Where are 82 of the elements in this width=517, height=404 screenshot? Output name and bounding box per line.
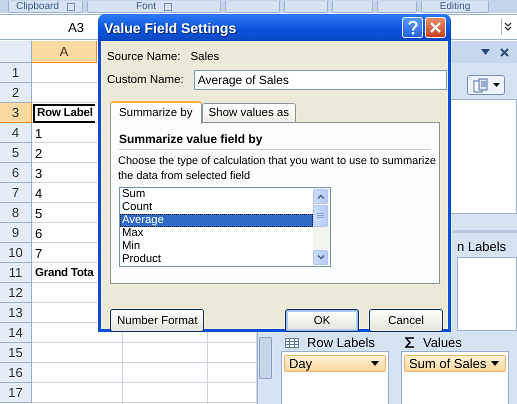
table-icon: [285, 338, 299, 348]
row-header[interactable]: 8: [0, 203, 32, 223]
tab[interactable]: Show values as: [202, 103, 296, 123]
name-box[interactable]: A3: [0, 15, 96, 39]
documents-icon: [472, 78, 488, 92]
caret-icon: [371, 361, 379, 366]
scrollbar-thumb[interactable]: [259, 337, 272, 379]
dialog-launcher-icon[interactable]: [66, 2, 75, 10]
field-dropdown[interactable]: Day: [284, 355, 386, 372]
source-name-value: Sales: [190, 51, 220, 63]
row-header[interactable]: 15: [0, 343, 32, 363]
scroll-down-button[interactable]: [313, 250, 328, 265]
ribbon-group-label: Editing: [440, 1, 470, 12]
description-text: Choose the type of calculation that you want to use to summarize the data from selected field: [118, 154, 437, 184]
window-title: Value Field Settings: [104, 20, 238, 36]
dialog-button[interactable]: OK: [285, 309, 359, 332]
ribbon-group-label: Clipboard: [16, 1, 59, 12]
table-cell-text: 4: [34, 184, 44, 202]
list-item[interactable]: Average: [120, 214, 313, 227]
table-cell-text: 6: [34, 224, 44, 242]
layout-button[interactable]: [467, 75, 505, 95]
scroll-up-button[interactable]: [313, 189, 328, 204]
close-icon[interactable]: [500, 48, 509, 56]
row-header[interactable]: 4: [0, 123, 32, 143]
function-list[interactable]: Sum Count Average Max Min Product: [119, 187, 331, 267]
row-header[interactable]: 14: [0, 323, 32, 343]
list-item[interactable]: Sum: [120, 188, 313, 201]
row-header[interactable]: 12: [0, 283, 32, 303]
row-header[interactable]: 2: [0, 83, 32, 103]
expand-icon[interactable]: [504, 22, 512, 32]
field-label: Source Name:: [107, 51, 181, 63]
ribbon-group: [377, 1, 417, 13]
dialog-button[interactable]: Cancel: [369, 309, 443, 332]
list-item[interactable]: Min: [120, 240, 313, 253]
custom-name-field[interactable]: Average of Sales: [194, 70, 447, 90]
table-cell-text: 7: [34, 244, 44, 262]
tab[interactable]: Summarize by: [110, 101, 202, 124]
dropdown-icon[interactable]: [481, 49, 490, 55]
scrollbar-thumb[interactable]: [313, 205, 328, 227]
caret-icon: [491, 361, 499, 366]
dialog-launcher-icon[interactable]: [164, 2, 172, 10]
ribbon-group: [284, 1, 328, 13]
chevron-up-icon: [316, 194, 324, 199]
field-dropdown[interactable]: Sum of Sales: [404, 355, 506, 372]
table-cell-text: Grand Tota: [34, 266, 95, 280]
row-header[interactable]: 11: [0, 263, 32, 283]
column-header[interactable]: A: [32, 41, 97, 63]
table-cell-text: 5: [34, 204, 44, 222]
table-cell-text: 3: [34, 164, 44, 182]
table-cell-text: 2: [34, 144, 44, 162]
row-header[interactable]: 3: [0, 103, 32, 123]
caret-icon: [492, 83, 500, 87]
chevron-down-icon: [316, 255, 324, 260]
area-title: n Labels: [457, 239, 506, 254]
row-header[interactable]: 9: [0, 223, 32, 243]
help-button[interactable]: [402, 17, 423, 38]
row-header[interactable]: 1: [0, 63, 32, 83]
ribbon-group: [225, 1, 280, 13]
row-header[interactable]: 17: [0, 383, 32, 403]
grip-icon: [317, 213, 324, 219]
row-header[interactable]: 6: [0, 163, 32, 183]
dialog-button[interactable]: Number Format: [110, 309, 204, 332]
list-item[interactable]: Max: [120, 227, 313, 240]
close-icon: [430, 22, 441, 33]
table-cell: Row Label: [33, 104, 95, 122]
field-label: Custom Name:: [107, 74, 184, 86]
ribbon-group-label: Font: [136, 1, 156, 12]
row-header[interactable]: 7: [0, 183, 32, 203]
row-header[interactable]: 10: [0, 243, 32, 263]
close-button[interactable]: [425, 17, 446, 38]
ribbon-group: [332, 1, 373, 13]
row-header[interactable]: 5: [0, 143, 32, 163]
sigma-icon: [405, 337, 415, 348]
area-title: Values: [423, 335, 462, 350]
question-mark-icon: [408, 20, 418, 35]
section-title: Summarize value field by: [119, 132, 431, 150]
row-header[interactable]: 13: [0, 303, 32, 323]
row-header[interactable]: 16: [0, 363, 32, 383]
list-item[interactable]: Product: [120, 253, 313, 266]
list-item[interactable]: Count: [120, 201, 313, 214]
table-cell-text: 1: [34, 124, 44, 142]
area-title: Row Labels: [307, 335, 375, 350]
